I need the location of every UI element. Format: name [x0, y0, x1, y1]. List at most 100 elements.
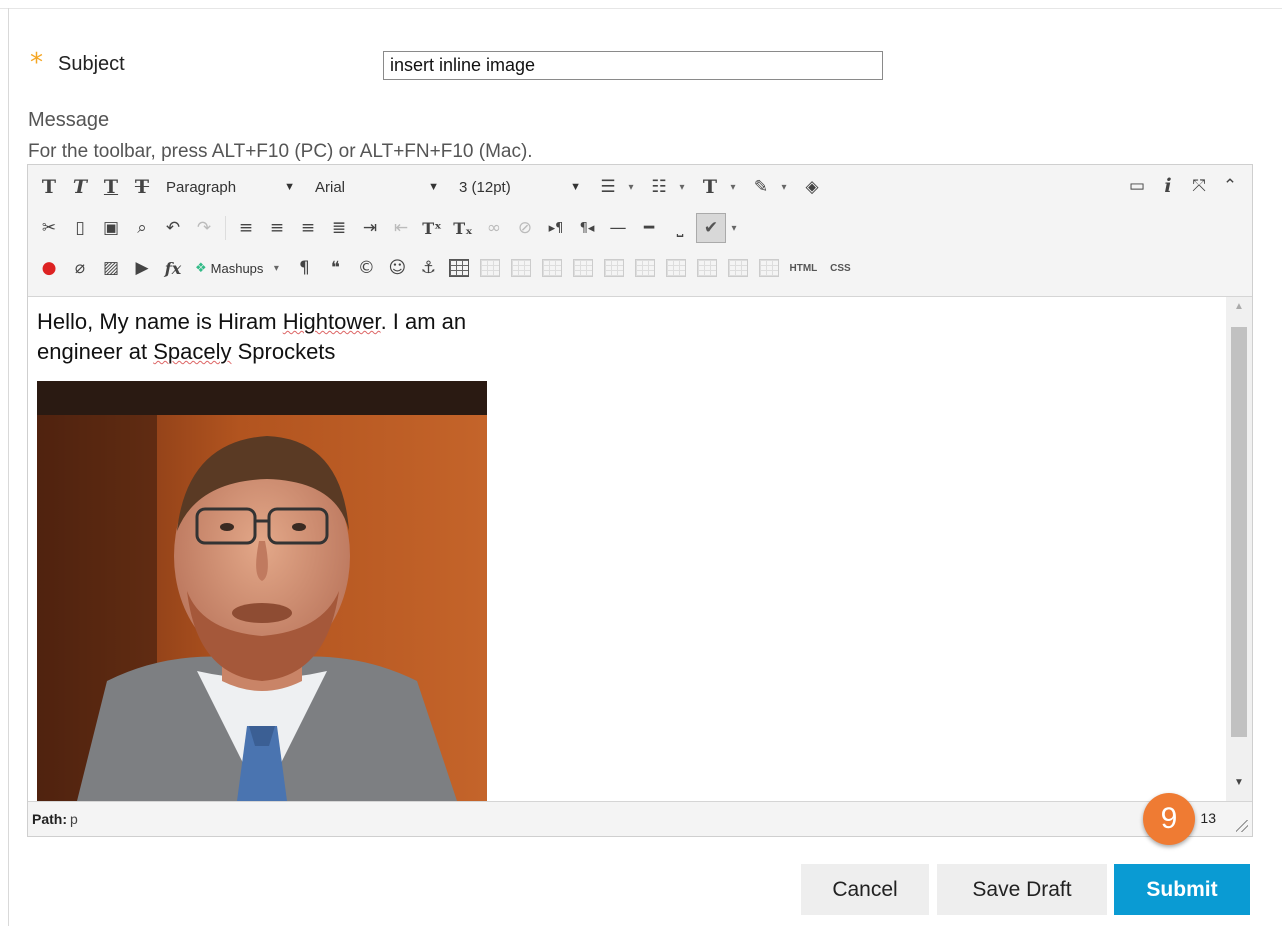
- dropdown-arrow-icon: ▼: [284, 181, 295, 193]
- rtl-icon[interactable]: ¶◂: [572, 213, 602, 243]
- spellcheck-caret-icon[interactable]: ▾: [727, 213, 741, 243]
- table-delete-col-icon[interactable]: [630, 253, 660, 283]
- copyright-icon[interactable]: ©: [351, 253, 381, 283]
- insert-image-icon[interactable]: ▨: [96, 253, 126, 283]
- font-family-select[interactable]: Arial ▼: [307, 172, 447, 202]
- emoticon-icon[interactable]: ☺: [382, 253, 412, 283]
- spellcheck-icon[interactable]: ✔: [696, 213, 726, 243]
- editor-content-area[interactable]: Hello, My name is Hiram Hightower. I am …: [28, 296, 1252, 802]
- format-block-select[interactable]: Paragraph ▼: [158, 172, 303, 202]
- table-row-after-icon[interactable]: [506, 253, 536, 283]
- youtube-icon[interactable]: ●: [34, 253, 64, 283]
- collapse-toolbar-icon[interactable]: ⌃: [1215, 171, 1245, 201]
- bullet-list-icon[interactable]: ☰: [593, 172, 623, 202]
- fullscreen-icon[interactable]: ⤧: [1184, 171, 1214, 201]
- dropdown-arrow-icon: ▼: [428, 181, 439, 193]
- table-row-before-icon[interactable]: [475, 253, 505, 283]
- nonbreaking-space-icon[interactable]: ⎵: [665, 213, 695, 243]
- attach-file-icon[interactable]: ⌀: [65, 253, 95, 283]
- bold-button[interactable]: T: [34, 172, 64, 202]
- indent-icon[interactable]: ⇥: [355, 213, 385, 243]
- redo-icon[interactable]: ↷: [189, 213, 219, 243]
- path-label: Path:: [32, 811, 67, 827]
- subject-input[interactable]: [383, 51, 883, 80]
- scroll-up-arrow-icon[interactable]: ▲: [1226, 301, 1252, 319]
- submit-button[interactable]: Submit: [1114, 864, 1250, 915]
- ltr-icon[interactable]: ▸¶: [541, 213, 571, 243]
- find-icon[interactable]: ⌕: [127, 213, 157, 243]
- highlight-caret-icon[interactable]: ▾: [777, 172, 791, 202]
- left-border: [8, 8, 9, 926]
- text-color-caret-icon[interactable]: ▾: [726, 172, 740, 202]
- subscript-button[interactable]: Tₓ: [448, 213, 478, 243]
- align-left-icon[interactable]: ≡: [231, 213, 261, 243]
- undo-icon[interactable]: ↶: [158, 213, 188, 243]
- rich-text-editor: T T T T Paragraph ▼ Arial ▼ 3 (12pt) ▼ ☰ ▾ …: [27, 164, 1253, 837]
- top-border: [0, 0, 1282, 9]
- align-justify-icon[interactable]: ≣: [324, 213, 354, 243]
- cut-icon[interactable]: ✂: [34, 213, 64, 243]
- word-count: 13: [1200, 810, 1216, 826]
- css-editor-button[interactable]: CSS: [822, 253, 858, 283]
- save-draft-button[interactable]: Save Draft: [937, 864, 1107, 915]
- info-icon[interactable]: i: [1153, 171, 1183, 201]
- insert-media-icon[interactable]: ▶: [127, 253, 157, 283]
- misspelled-word: Hightower: [282, 309, 381, 334]
- font-size-select[interactable]: 3 (12pt) ▼: [451, 172, 589, 202]
- mashups-menu[interactable]: ❖ Mashups: [189, 253, 269, 283]
- required-asterisk-icon: *: [30, 48, 43, 78]
- unlink-icon[interactable]: ⊘: [510, 213, 540, 243]
- eraser-icon[interactable]: ◈: [797, 172, 827, 202]
- resize-grip-icon[interactable]: [1236, 820, 1248, 832]
- blockquote-icon[interactable]: ❝: [320, 253, 350, 283]
- dropdown-arrow-icon: ▼: [570, 181, 581, 193]
- superscript-button[interactable]: Tˣ: [417, 213, 447, 243]
- mashups-label: Mashups: [210, 260, 264, 276]
- paragraph-icon[interactable]: ¶: [289, 253, 319, 283]
- align-center-icon[interactable]: ≡: [262, 213, 292, 243]
- highlight-pen-icon[interactable]: ✎: [746, 172, 776, 202]
- link-icon[interactable]: ∞: [479, 213, 509, 243]
- path-value[interactable]: p: [70, 811, 78, 827]
- editor-scrollbar[interactable]: ▲ ▼: [1226, 297, 1252, 801]
- table-merge-icon[interactable]: [692, 253, 722, 283]
- numbered-list-icon[interactable]: ☷: [644, 172, 674, 202]
- preview-icon[interactable]: ▭: [1122, 171, 1152, 201]
- inline-profile-photo[interactable]: [37, 381, 487, 801]
- strikethrough-button[interactable]: T: [127, 172, 157, 202]
- table-props-icon[interactable]: [754, 253, 784, 283]
- math-editor-button[interactable]: fx: [158, 253, 188, 283]
- table-cell-props-icon[interactable]: [661, 253, 691, 283]
- mashups-caret-icon[interactable]: ▾: [269, 253, 283, 283]
- text-color-button[interactable]: T: [695, 172, 725, 202]
- content-text-segment: engineer at: [37, 339, 154, 364]
- paste-icon[interactable]: ▣: [96, 213, 126, 243]
- align-right-icon[interactable]: ≡: [293, 213, 323, 243]
- table-col-before-icon[interactable]: [568, 253, 598, 283]
- italic-button[interactable]: T: [65, 172, 95, 202]
- font-size-value: 3 (12pt): [459, 178, 511, 196]
- table-split-icon[interactable]: [723, 253, 753, 283]
- horizontal-rule-icon[interactable]: —: [603, 213, 633, 243]
- anchor-icon[interactable]: ⚓: [413, 253, 443, 283]
- numbered-list-caret-icon[interactable]: ▾: [675, 172, 689, 202]
- mashups-icon: ❖: [195, 260, 207, 275]
- font-family-value: Arial: [315, 178, 346, 196]
- table-col-after-icon[interactable]: [599, 253, 629, 283]
- bullet-list-caret-icon[interactable]: ▾: [624, 172, 638, 202]
- editor-status-bar: Path: p 13: [28, 802, 1252, 836]
- scroll-thumb[interactable]: [1231, 327, 1247, 737]
- scroll-down-arrow-icon[interactable]: ▼: [1226, 777, 1252, 795]
- editor-text[interactable]: Hello, My name is Hiram Hightower. I am …: [37, 307, 597, 367]
- copy-icon[interactable]: ▯: [65, 213, 95, 243]
- horizontal-line-icon[interactable]: ━: [634, 213, 664, 243]
- cancel-button[interactable]: Cancel: [801, 864, 929, 915]
- underline-button[interactable]: T: [96, 172, 126, 202]
- toolbar-row-2: ✂ ▯ ▣ ⌕ ↶ ↷ ≡ ≡ ≡ ≣ ⇥ ⇤ Tˣ Tₓ ∞ ⊘ ▸¶ ¶◂ …: [34, 212, 747, 244]
- outdent-icon[interactable]: ⇤: [386, 213, 416, 243]
- toolbar-row-1: T T T T Paragraph ▼ Arial ▼ 3 (12pt) ▼ ☰ ▾ …: [34, 171, 828, 203]
- step-number-badge: 9: [1143, 793, 1195, 845]
- table-delete-row-icon[interactable]: [537, 253, 567, 283]
- html-source-button[interactable]: HTML: [785, 253, 821, 283]
- insert-table-icon[interactable]: [444, 253, 474, 283]
